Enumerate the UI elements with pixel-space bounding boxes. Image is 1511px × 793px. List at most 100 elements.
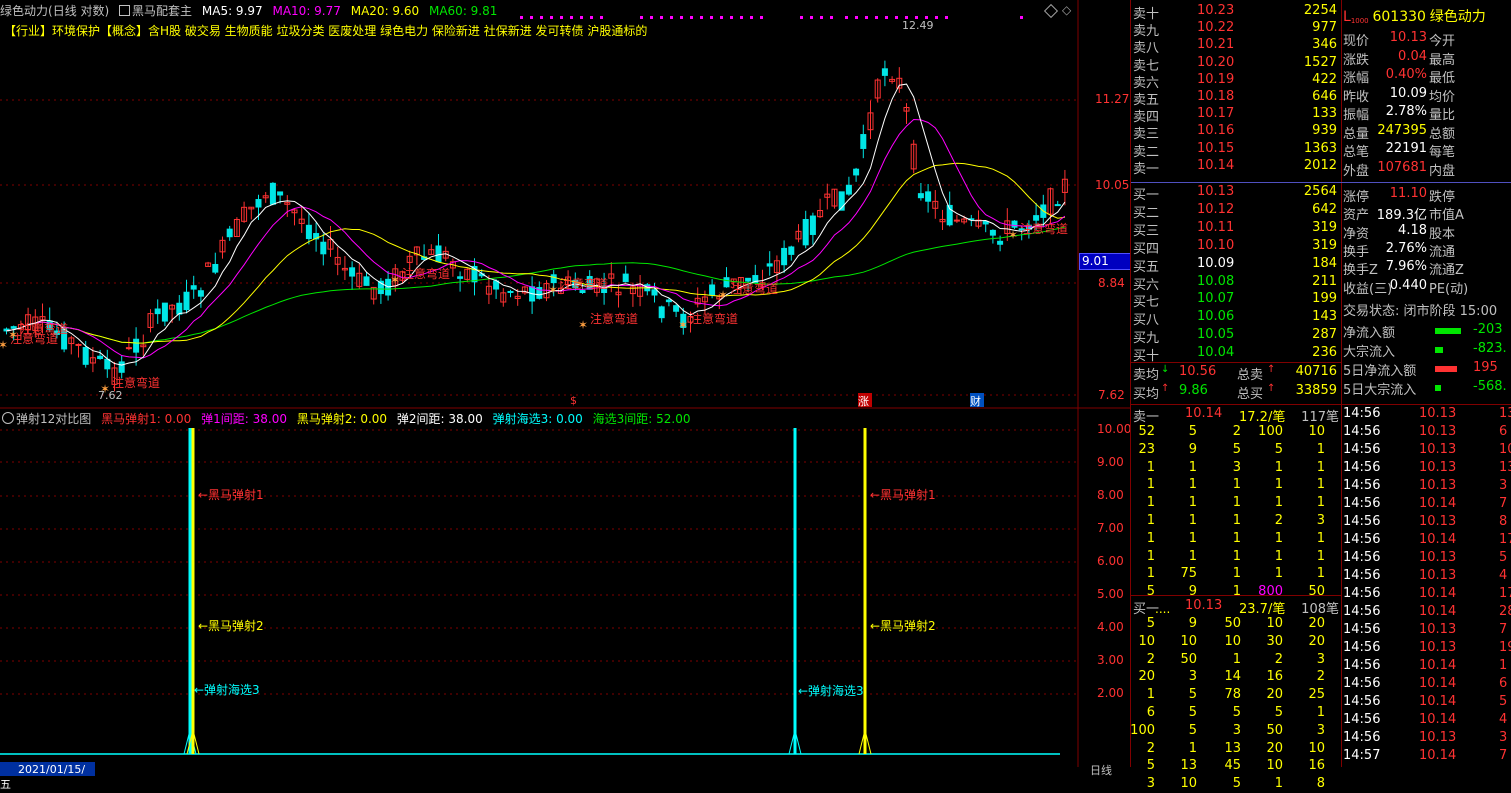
ma60-label: MA60: 9.81 <box>428 4 498 18</box>
signal-dot <box>895 16 898 19</box>
signal-dot <box>710 16 713 19</box>
quote-row: 外盘 107681 内盘 <box>1341 160 1511 179</box>
bid-volume: 199 <box>1312 291 1337 307</box>
signal-dot <box>660 16 663 19</box>
bid-volume: 236 <box>1312 345 1337 361</box>
queue-cell: 1 <box>1274 776 1283 792</box>
ask-label: 卖三 <box>1133 127 1160 143</box>
candle-body <box>82 347 89 365</box>
queue-cell: 5 <box>1232 441 1241 457</box>
tick-volume: 17 <box>1499 586 1511 601</box>
queue-cell: 1 <box>1188 495 1197 511</box>
tick-price: 10.13 <box>1419 406 1457 421</box>
collapse-icon[interactable] <box>2 412 14 424</box>
queue-cell: 1 <box>1188 513 1197 528</box>
quote-value: 2.78% <box>1385 104 1427 119</box>
tick-volume: 1 <box>1499 658 1508 673</box>
queue-cell: 3 <box>1188 669 1197 685</box>
quote-row: 换手Z 7.96% 流通Z <box>1341 259 1511 278</box>
tick-price: 10.13 <box>1419 568 1457 583</box>
quote-key-2: 流通Z <box>1429 263 1464 279</box>
queue-cell: 1 <box>1274 566 1283 582</box>
arrow-icon[interactable]: ◇ <box>1062 3 1071 17</box>
quote-value: 0.04 <box>1398 48 1427 64</box>
queue-cell: 10 <box>1180 776 1197 792</box>
ask-row[interactable]: 卖六 10.19 422 <box>1131 72 1341 91</box>
queue-cell: 1 <box>1232 651 1241 667</box>
ask-label: 卖二 <box>1133 144 1160 160</box>
star-icon: ✶ <box>678 318 689 332</box>
tick-row: 14:56 10.14 17 <box>1343 586 1511 603</box>
bid-row[interactable]: 买三 10.11 319 <box>1131 219 1341 239</box>
axis-tick-2: 10.05 <box>1095 178 1130 192</box>
flow-bar <box>1435 366 1457 372</box>
signal-dot <box>885 16 888 19</box>
signal-dot <box>600 16 603 19</box>
period-tab[interactable]: 日线 <box>1090 762 1112 778</box>
ask-row[interactable]: 卖四 10.17 133 <box>1131 106 1341 125</box>
bid-row[interactable]: 买五 10.09 184 <box>1131 255 1341 275</box>
tick-price: 10.13 <box>1419 640 1457 655</box>
queue-cell: 3 <box>1146 776 1155 792</box>
signal-dot <box>540 16 543 19</box>
candle-body <box>349 267 356 277</box>
stock-name: 绿色动力 <box>0 4 49 18</box>
indicator-svg[interactable] <box>0 410 1130 767</box>
queue-cell: 1 <box>1146 513 1155 528</box>
queue-count: 108笔 <box>1301 602 1339 617</box>
queue-row: 3 10 5 1 8 <box>1131 776 1341 793</box>
bid-price: 10.07 <box>1197 291 1235 307</box>
quote-key-2: PE(动) <box>1429 281 1469 297</box>
queue-cell: 10 <box>1266 758 1283 774</box>
ask-row[interactable]: 卖二 10.15 1363 <box>1131 141 1341 160</box>
queue-cell: 6 <box>1146 705 1155 720</box>
bid-row[interactable]: 买十 10.04 236 <box>1131 345 1341 364</box>
candle-body <box>845 184 852 195</box>
ask-row[interactable]: 卖十 10.23 2254 <box>1131 3 1341 22</box>
bid-row[interactable]: 买七 10.07 199 <box>1131 291 1341 310</box>
candle-body <box>665 299 672 303</box>
mini-icon: 1000 <box>1350 17 1369 25</box>
signal-dot <box>680 16 683 19</box>
signal-dot <box>730 16 733 19</box>
ask-price: 10.16 <box>1197 123 1235 139</box>
ask-volume: 646 <box>1312 89 1337 104</box>
bid-row[interactable]: 买一 10.13 2564 <box>1131 184 1341 203</box>
quote-row: 涨跌 0.04 最高 <box>1341 49 1511 68</box>
queue-cell: 14 <box>1224 669 1241 685</box>
ask-row[interactable]: 卖三 10.16 939 <box>1131 123 1341 143</box>
bid-row[interactable]: 买六 10.08 211 <box>1131 274 1341 293</box>
bid-row[interactable]: 买九 10.05 287 <box>1131 327 1341 346</box>
ask-price: 10.22 <box>1197 20 1235 36</box>
bid-label: 买一 <box>1133 188 1160 203</box>
indicator-chart[interactable]: 弹射12对比图 黑马弹射1: 0.00 弹1间距: 38.00 黑马弹射2: 0… <box>0 410 1131 791</box>
signal-dot <box>760 16 763 19</box>
queue-cell: 1 <box>1146 459 1155 475</box>
tick-time: 14:56 <box>1343 532 1381 547</box>
queue-cell: 5 <box>1274 705 1283 720</box>
bid-row[interactable]: 买八 10.06 143 <box>1131 309 1341 328</box>
ask-row[interactable]: 卖七 10.20 1527 <box>1131 55 1341 74</box>
candlestick-svg[interactable] <box>0 0 1130 410</box>
sub-axis-tick: 2.00 <box>1097 686 1124 700</box>
signal-dot <box>740 16 743 19</box>
queue-row: 2 50 1 2 3 <box>1131 652 1341 669</box>
tick-row: 14:56 10.13 3 <box>1343 478 1511 495</box>
bid-price: 10.09 <box>1197 255 1235 271</box>
bid-row[interactable]: 买二 10.12 642 <box>1131 202 1341 221</box>
queue-cell: 5 <box>1146 616 1155 631</box>
queue-cell: 1 <box>1316 705 1325 720</box>
ask-row[interactable]: 卖八 10.21 346 <box>1131 37 1341 56</box>
bid-volume: 319 <box>1312 219 1337 235</box>
ask-row[interactable]: 卖九 10.22 977 <box>1131 20 1341 39</box>
ask-row[interactable]: 卖五 10.18 646 <box>1131 89 1341 108</box>
current-price-tag: 9.01 <box>1079 253 1131 270</box>
candlestick-chart[interactable]: 绿色动力(日线 对数) 黑马配套主 MA5: 9.97 MA10: 9.77 M… <box>0 0 1131 410</box>
queue-row: 6 5 5 5 1 <box>1131 705 1341 722</box>
ask-volume: 133 <box>1312 106 1337 122</box>
queue-cell: 1 <box>1316 566 1325 582</box>
queue-head: 卖一 <box>1133 410 1160 425</box>
ask-row[interactable]: 卖一 10.14 2012 <box>1131 158 1341 177</box>
bid-row[interactable]: 买四 10.10 319 <box>1131 238 1341 257</box>
spike-label-e: ←黑马弹射1 <box>870 488 936 502</box>
